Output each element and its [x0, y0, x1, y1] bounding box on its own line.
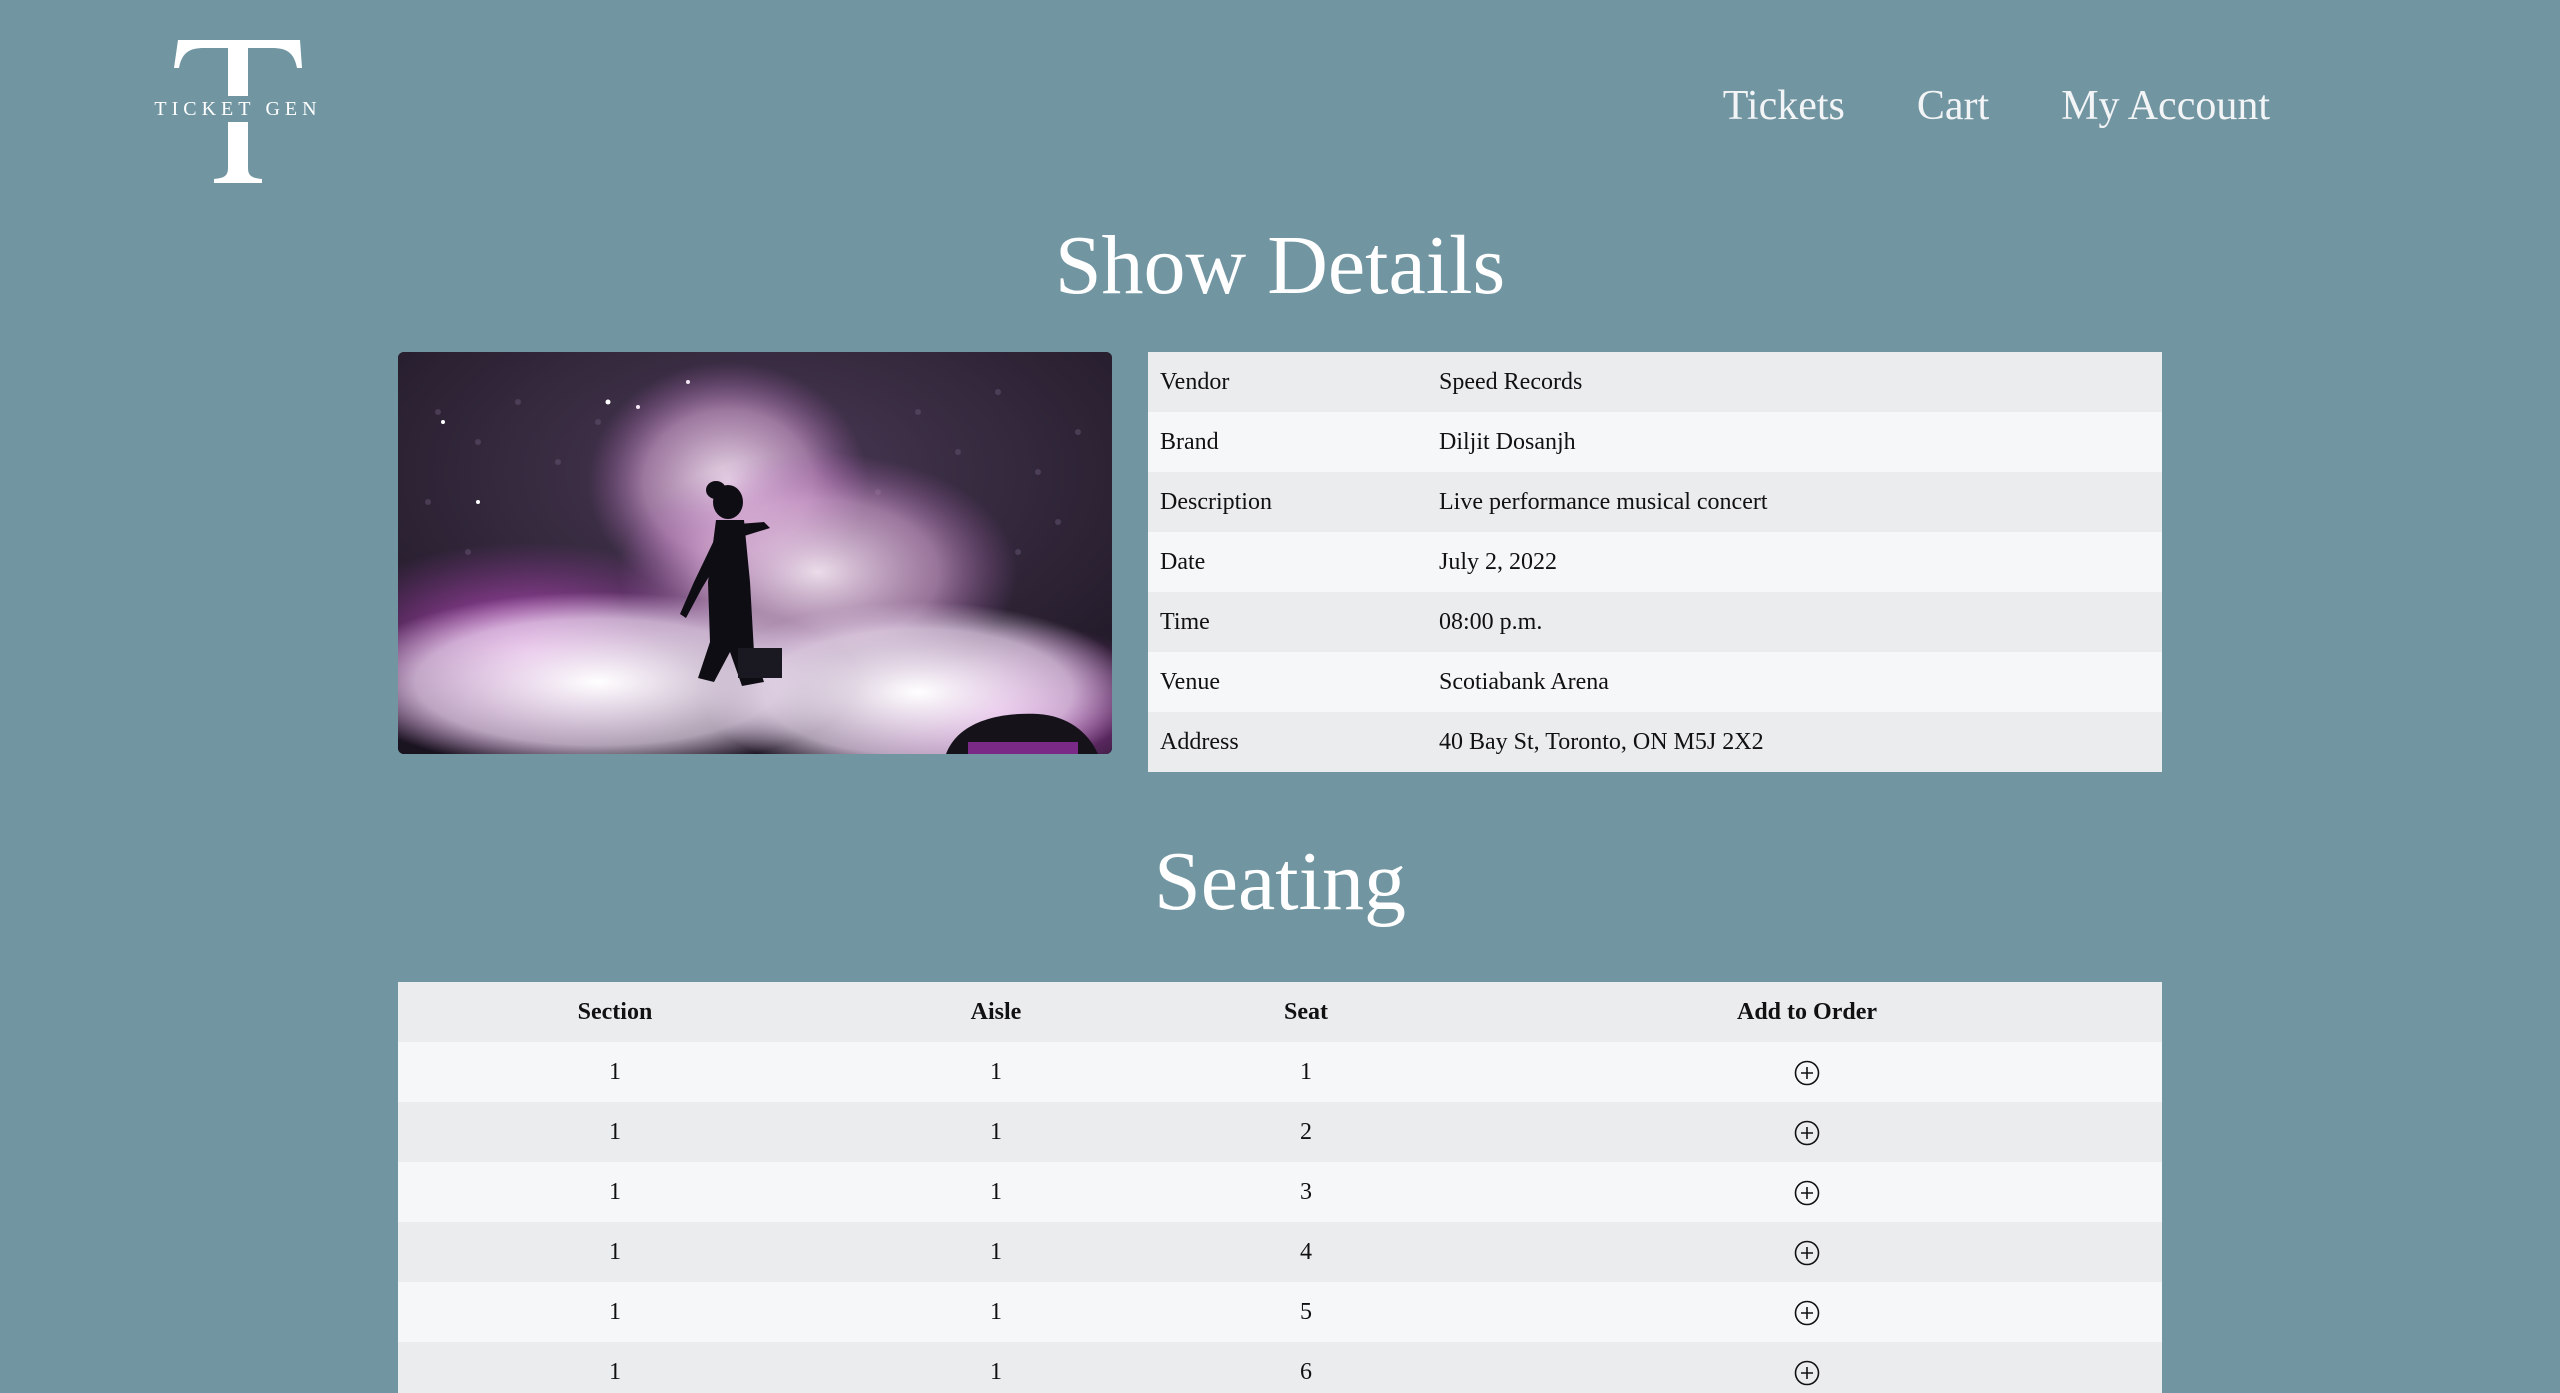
details-key: Time: [1148, 592, 1427, 652]
section-cell: 1: [398, 1162, 832, 1222]
concert-photo-graphic: [398, 352, 1112, 754]
aisle-cell: 1: [832, 1102, 1160, 1162]
top-nav: Tickets Cart My Account: [1723, 78, 2270, 134]
section-cell: 1: [398, 1102, 832, 1162]
show-details-heading: Show Details: [1054, 219, 1506, 312]
add-to-order-cell: [1452, 1222, 2162, 1282]
section-cell: 1: [398, 1042, 832, 1102]
details-value: Scotiabank Arena: [1427, 652, 2162, 712]
details-row-vendor: Vendor Speed Records: [1148, 352, 2162, 412]
logo-wordmark-left: TICKET: [154, 98, 256, 120]
logo-wordmark: TICKET GEN: [148, 96, 328, 122]
seating-heading: Seating: [1154, 835, 1406, 928]
section-cell: 1: [398, 1342, 832, 1393]
details-value: 40 Bay St, Toronto, ON M5J 2X2: [1427, 712, 2162, 772]
seating-header-row: Section Aisle Seat Add to Order: [398, 982, 2162, 1042]
logo-wordmark-right: GEN: [265, 98, 322, 120]
table-row: 1 1 2: [398, 1102, 2162, 1162]
details-value: Live performance musical concert: [1427, 472, 2162, 532]
add-to-order-cell: [1452, 1162, 2162, 1222]
add-to-order-cell: [1452, 1282, 2162, 1342]
seat-cell: 6: [1160, 1342, 1452, 1393]
table-row: 1 1 1: [398, 1042, 2162, 1102]
seating-table: Section Aisle Seat Add to Order 1 1 1 1 …: [398, 982, 2162, 1393]
column-header-seat: Seat: [1160, 982, 1452, 1042]
plus-circle-icon[interactable]: [1794, 1120, 1820, 1146]
add-to-order-cell: [1452, 1342, 2162, 1393]
show-details-table: Vendor Speed Records Brand Diljit Dosanj…: [1148, 352, 2162, 772]
details-key: Description: [1148, 472, 1427, 532]
aisle-cell: 1: [832, 1162, 1160, 1222]
details-row-brand: Brand Diljit Dosanjh: [1148, 412, 2162, 472]
seat-cell: 3: [1160, 1162, 1452, 1222]
table-row: 1 1 4: [398, 1222, 2162, 1282]
column-header-add-to-order: Add to Order: [1452, 982, 2162, 1042]
plus-circle-icon[interactable]: [1794, 1180, 1820, 1206]
details-row-description: Description Live performance musical con…: [1148, 472, 2162, 532]
details-value: July 2, 2022: [1427, 532, 2162, 592]
table-row: 1 1 3: [398, 1162, 2162, 1222]
page: TICKET GEN Tickets Cart My Account Show D…: [0, 0, 2560, 1393]
aisle-cell: 1: [832, 1282, 1160, 1342]
details-key: Date: [1148, 532, 1427, 592]
details-value: Speed Records: [1427, 352, 2162, 412]
aisle-cell: 1: [832, 1222, 1160, 1282]
add-to-order-cell: [1452, 1042, 2162, 1102]
seat-cell: 4: [1160, 1222, 1452, 1282]
details-value: 08:00 p.m.: [1427, 592, 2162, 652]
plus-circle-icon[interactable]: [1794, 1360, 1820, 1386]
column-header-aisle: Aisle: [832, 982, 1160, 1042]
details-row-date: Date July 2, 2022: [1148, 532, 2162, 592]
nav-tickets-link[interactable]: Tickets: [1723, 78, 1845, 134]
seat-cell: 5: [1160, 1282, 1452, 1342]
nav-my-account-link[interactable]: My Account: [2061, 78, 2270, 134]
table-row: 1 1 5: [398, 1282, 2162, 1342]
add-to-order-cell: [1452, 1102, 2162, 1162]
section-cell: 1: [398, 1222, 832, 1282]
details-key: Brand: [1148, 412, 1427, 472]
table-row: 1 1 6: [398, 1342, 2162, 1393]
plus-circle-icon[interactable]: [1794, 1240, 1820, 1266]
details-row-venue: Venue Scotiabank Arena: [1148, 652, 2162, 712]
nav-cart-link[interactable]: Cart: [1917, 78, 1989, 134]
aisle-cell: 1: [832, 1342, 1160, 1393]
seat-cell: 2: [1160, 1102, 1452, 1162]
details-key: Vendor: [1148, 352, 1427, 412]
details-key: Address: [1148, 712, 1427, 772]
details-row-address: Address 40 Bay St, Toronto, ON M5J 2X2: [1148, 712, 2162, 772]
details-row-time: Time 08:00 p.m.: [1148, 592, 2162, 652]
plus-circle-icon[interactable]: [1794, 1300, 1820, 1326]
seat-cell: 1: [1160, 1042, 1452, 1102]
details-key: Venue: [1148, 652, 1427, 712]
plus-circle-icon[interactable]: [1794, 1060, 1820, 1086]
section-cell: 1: [398, 1282, 832, 1342]
details-value: Diljit Dosanjh: [1427, 412, 2162, 472]
concert-photo: [398, 352, 1112, 754]
aisle-cell: 1: [832, 1042, 1160, 1102]
column-header-section: Section: [398, 982, 832, 1042]
ticket-gen-logo[interactable]: TICKET GEN: [148, 36, 332, 188]
